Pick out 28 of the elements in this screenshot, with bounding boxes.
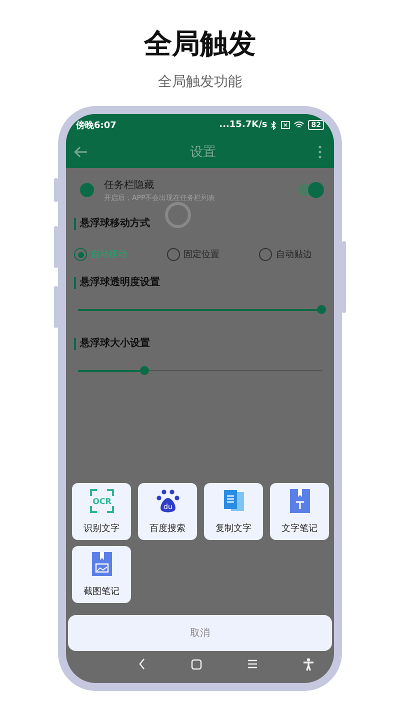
section-header: 悬浮球透明度设置 [74, 277, 326, 289]
page-title: 全局触发 [144, 26, 256, 62]
toggle-switch[interactable] [298, 184, 322, 196]
app-bar-title: 设置 [190, 144, 216, 161]
action-tile[interactable]: OCR 识别文字 [72, 483, 131, 540]
image-note-icon [92, 552, 112, 576]
setting-icon [80, 183, 94, 197]
menu-icon[interactable] [247, 659, 258, 669]
action-tile[interactable]: 截图笔记 [72, 546, 131, 603]
more-icon[interactable] [318, 145, 322, 159]
action-tile[interactable]: 复制文字 [204, 483, 263, 540]
documents-icon [222, 489, 246, 513]
sim-icon [281, 121, 290, 129]
back-arrow-icon[interactable] [74, 146, 88, 158]
status-time: 傍晚6:07 [76, 120, 116, 132]
loading-spinner [164, 201, 192, 229]
action-tile[interactable]: 文字笔记 [270, 483, 329, 540]
wifi-icon [294, 121, 304, 129]
section-header: 悬浮球移动方式 [74, 218, 326, 230]
setting-title: 任务栏隐藏 [104, 178, 155, 192]
home-icon[interactable] [191, 658, 202, 670]
bluetooth-icon [271, 120, 278, 130]
section-header: 悬浮球大小设置 [74, 338, 326, 350]
back-icon[interactable] [138, 658, 146, 670]
page-subtitle: 全局触发功能 [158, 73, 242, 92]
text-note-icon [290, 489, 310, 513]
accessibility-icon[interactable] [303, 658, 314, 670]
network-speed: ...15.7K/s [219, 120, 268, 130]
